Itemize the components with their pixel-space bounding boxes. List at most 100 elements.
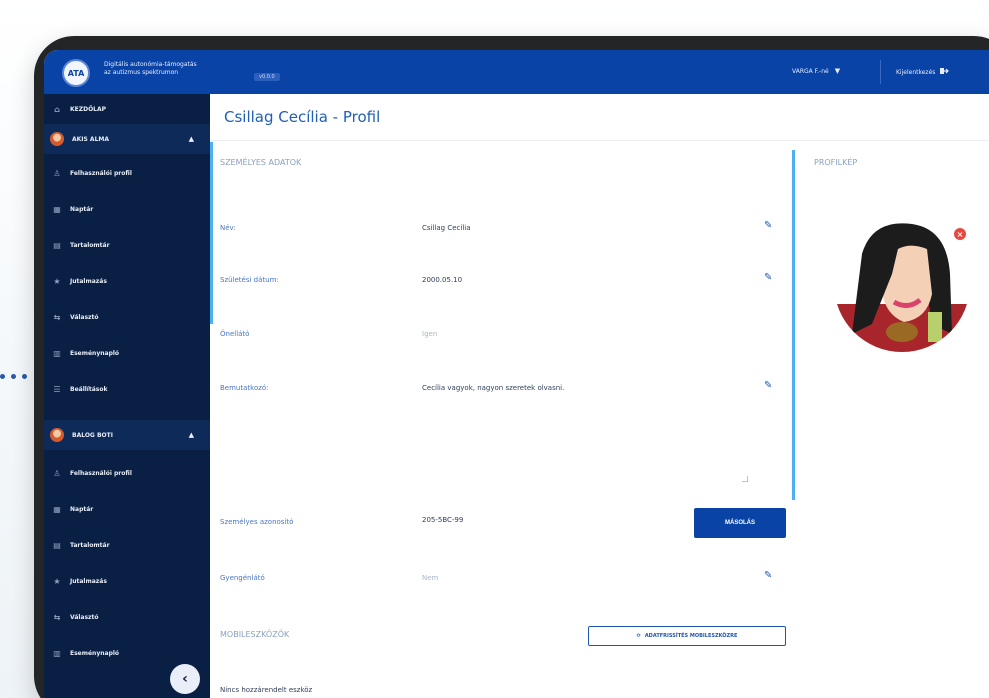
avatar xyxy=(50,132,64,146)
sidebar-item-label: Tartalomtár xyxy=(70,541,110,549)
section-name: BALOG BOTI xyxy=(72,431,113,439)
person-icon: ♙ xyxy=(53,468,61,478)
collapse-sidebar-button[interactable]: ‹ xyxy=(170,664,200,694)
edit-pencil-icon[interactable]: ✎ xyxy=(764,272,772,283)
sidebar-item-label: Jutalmazás xyxy=(70,577,107,585)
refresh-icon: ⟳ xyxy=(636,633,641,639)
user-menu[interactable]: VARGA F.-né ▼ xyxy=(792,67,840,75)
copy-button[interactable]: MÁSOLÁS xyxy=(694,508,786,538)
chevron-up-icon: ▲ xyxy=(188,135,194,143)
log-icon: ▥ xyxy=(53,348,61,358)
section-name: AKIS ALMA xyxy=(72,135,110,143)
sidebar-item-user-profile[interactable]: ♙ Felhasználói profil xyxy=(44,458,210,488)
visually-impaired-value: Nem xyxy=(422,574,439,582)
app-logo[interactable]: ATA xyxy=(62,59,90,87)
tablet-frame: ATA Digitális autonómia-támogatás az aut… xyxy=(34,36,989,698)
sidebar-item-label: Naptár xyxy=(70,205,94,213)
topbar-divider xyxy=(880,60,881,84)
sidebar-item-content-library[interactable]: ▤ Tartalomtár xyxy=(44,230,210,260)
sidebar-item-label: Tartalomtár xyxy=(70,241,110,249)
person-icon: ♙ xyxy=(53,168,61,178)
sidebar-item-content-library[interactable]: ▤ Tartalomtár xyxy=(44,530,210,560)
sliders-icon: ☰ xyxy=(53,384,61,394)
remove-picture-button[interactable]: × xyxy=(952,226,968,242)
sidebar-item-settings[interactable]: ☰ Beállítások xyxy=(44,374,210,404)
textarea-resize-handle[interactable] xyxy=(742,476,748,482)
sidebar-item-label: Eseménynapló xyxy=(70,649,120,657)
logout-label: Kijelentkezés xyxy=(896,68,936,76)
sidebar-item-label: Naptár xyxy=(70,505,94,513)
name-value: Csillag Cecília xyxy=(422,224,471,232)
chevron-down-icon: ▼ xyxy=(834,67,841,75)
calendar-icon: ▦ xyxy=(53,204,61,214)
update-mobile-label: ADATFRISSÍTÉS MOBILESZKÖZRE xyxy=(644,633,738,639)
edit-pencil-icon[interactable]: ✎ xyxy=(764,570,772,581)
update-mobile-button[interactable]: ⟳ ADATFRISSÍTÉS MOBILESZKÖZRE xyxy=(588,626,786,646)
decorative-dots xyxy=(0,374,27,379)
sidebar-section-akis-alma[interactable]: AKIS ALMA ▲ xyxy=(44,124,210,154)
profile-picture-header: PROFILKÉP xyxy=(814,158,858,167)
sidebar-item-chooser[interactable]: ⇆ Választó xyxy=(44,602,210,632)
sidebar-item-label: KEZDŐLAP xyxy=(70,105,107,113)
app-screen: ATA Digitális autonómia-támogatás az aut… xyxy=(44,50,989,698)
logout-icon xyxy=(940,67,950,77)
edit-pencil-icon[interactable]: ✎ xyxy=(764,380,772,391)
user-name: VARGA F.-né xyxy=(792,67,829,75)
library-icon: ▤ xyxy=(53,540,61,550)
personal-id-value: 205-5BC-99 xyxy=(422,516,464,524)
self-sufficient-label: Önellátó xyxy=(220,330,250,338)
sidebar-item-label: Választó xyxy=(70,313,99,321)
title-divider xyxy=(210,140,989,141)
close-icon: × xyxy=(956,229,964,239)
sidebar-item-chooser[interactable]: ⇆ Választó xyxy=(44,302,210,332)
sidebar-item-calendar[interactable]: ▦ Naptár xyxy=(44,194,210,224)
sidebar-item-label: Beállítások xyxy=(70,385,108,393)
name-label: Név: xyxy=(220,224,236,232)
sidebar-item-label: Jutalmazás xyxy=(70,277,107,285)
top-bar: ATA Digitális autonómia-támogatás az aut… xyxy=(44,50,989,94)
edit-pencil-icon[interactable]: ✎ xyxy=(764,220,772,231)
chevron-left-icon: ‹ xyxy=(182,671,188,687)
signpost-icon: ⇆ xyxy=(53,612,61,622)
sidebar: ⌂ KEZDŐLAP AKIS ALMA ▲ ♙ Felhasználói pr… xyxy=(44,94,210,698)
avatar xyxy=(50,428,64,442)
accent-bar xyxy=(792,150,795,500)
star-icon: ★ xyxy=(53,276,61,286)
personal-id-label: Személyes azonosító xyxy=(220,518,294,526)
intro-label: Bemutatkozó: xyxy=(220,384,269,392)
signpost-icon: ⇆ xyxy=(53,312,61,322)
brand-text: Digitális autonómia-támogatás az autizmu… xyxy=(104,61,197,77)
birth-date-label: Születési dátum: xyxy=(220,276,279,284)
sidebar-item-event-log[interactable]: ▥ Eseménynapló xyxy=(44,338,210,368)
log-icon: ▥ xyxy=(53,648,61,658)
personal-data-header: SZEMÉLYES ADATOK xyxy=(220,158,302,167)
intro-textarea[interactable]: Cecília vagyok, nagyon szeretek olvasni. xyxy=(422,384,564,392)
sidebar-item-label: Eseménynapló xyxy=(70,349,120,357)
sidebar-item-label: Felhasználói profil xyxy=(70,169,132,177)
self-sufficient-value: Igen xyxy=(422,330,438,338)
sidebar-item-calendar[interactable]: ▦ Naptár xyxy=(44,494,210,524)
mobile-devices-header: MOBILESZKÖZÖK xyxy=(220,630,290,639)
main-content: Csillag Cecília - Profil SZEMÉLYES ADATO… xyxy=(210,94,989,698)
sidebar-item-rewards[interactable]: ★ Jutalmazás xyxy=(44,266,210,296)
home-icon: ⌂ xyxy=(54,104,60,114)
visually-impaired-label: Gyengénlátó xyxy=(220,574,265,582)
sidebar-item-home[interactable]: ⌂ KEZDŐLAP xyxy=(44,94,210,124)
logout-button[interactable]: Kijelentkezés xyxy=(896,67,950,77)
calendar-icon: ▦ xyxy=(53,504,61,514)
birth-date-value: 2000.05.10 xyxy=(422,276,463,284)
sidebar-item-label: Választó xyxy=(70,613,99,621)
star-icon: ★ xyxy=(53,576,61,586)
accent-bar xyxy=(210,142,213,324)
profile-picture[interactable] xyxy=(832,214,972,354)
brand-line-1: Digitális autonómia-támogatás xyxy=(104,61,197,68)
no-device-text: Nincs hozzárendelt eszköz xyxy=(220,686,313,694)
library-icon: ▤ xyxy=(53,240,61,250)
version-badge: v0.0.0 xyxy=(254,73,280,81)
chevron-up-icon: ▲ xyxy=(188,431,194,439)
sidebar-item-user-profile[interactable]: ♙ Felhasználói profil xyxy=(44,158,210,188)
sidebar-section-balog-boti[interactable]: BALOG BOTI ▲ xyxy=(44,420,210,450)
page-title: Csillag Cecília - Profil xyxy=(224,108,381,126)
sidebar-item-rewards[interactable]: ★ Jutalmazás xyxy=(44,566,210,596)
brand-line-2: az autizmus spektrumon xyxy=(104,69,179,76)
